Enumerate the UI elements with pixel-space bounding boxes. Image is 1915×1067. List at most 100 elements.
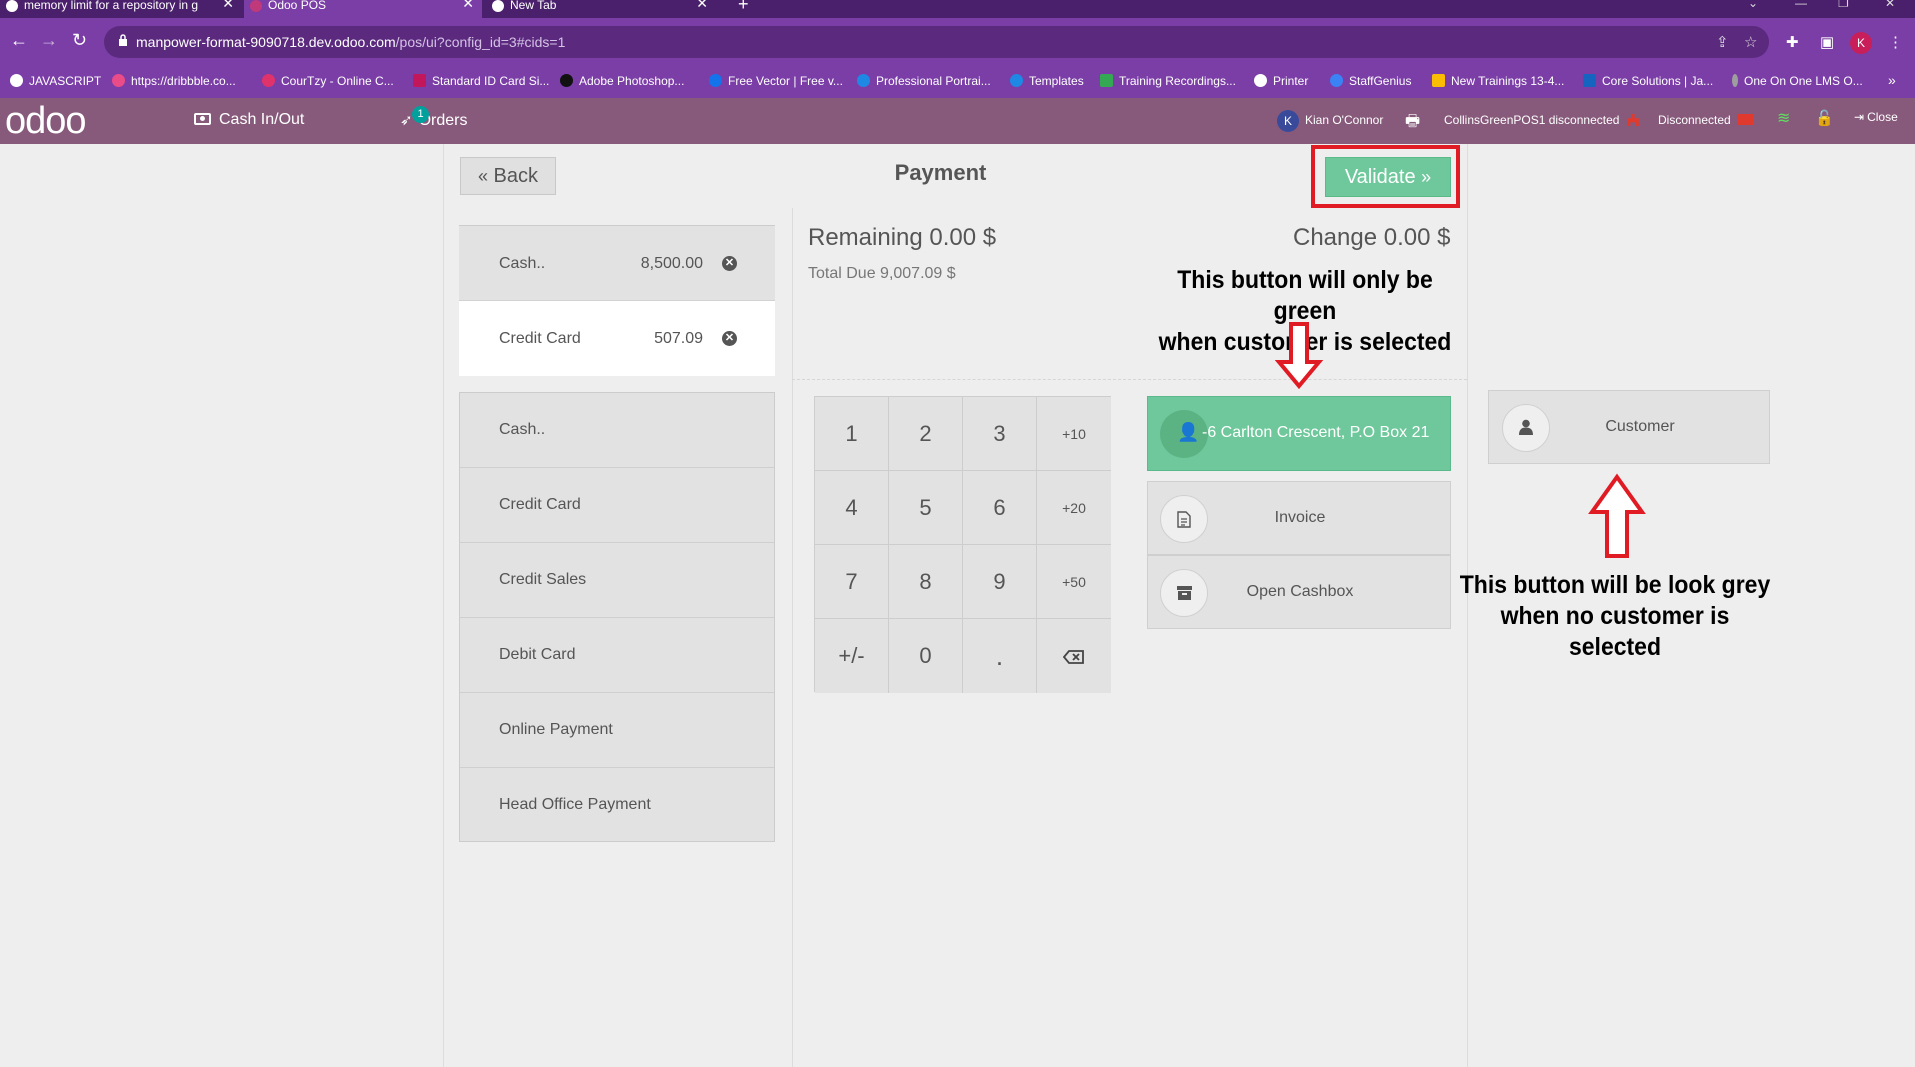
profile-avatar[interactable]: K [1850,32,1872,54]
open-cashbox-label: Open Cashbox [1246,583,1354,600]
down-arrow-annotation [1274,322,1324,390]
numpad-key-2[interactable]: 2 [889,397,963,471]
bookmark[interactable]: JAVASCRIPT [10,74,101,88]
numpad-key-8[interactable]: 8 [889,545,963,619]
annotation-text: This button will only be green [1177,266,1433,325]
menu-icon[interactable]: ⋮ [1888,33,1903,51]
avatar: K [1277,110,1299,132]
payment-line-selected[interactable]: Cash.. 8,500.00 ✕ [459,226,775,301]
c-letter-icon [857,74,870,87]
bookmark[interactable]: Templates [1010,74,1084,88]
g-letter-icon [560,74,573,87]
section-divider [792,379,1467,380]
bookmark[interactable]: https://dribbble.co... [112,74,236,88]
payment-method-credit-sales[interactable]: Credit Sales [460,543,774,618]
back-arrow-icon[interactable]: ← [10,30,28,50]
numpad-key-3[interactable]: 3 [963,397,1037,471]
numpad-key-plus20[interactable]: +20 [1037,471,1111,545]
bookmark[interactable]: Core Solutions | Ja... [1583,74,1713,88]
bookmark[interactable]: Standard ID Card Si... [413,74,549,88]
set-customer-button-selected[interactable]: 👤 -6 Carlton Crescent, P.O Box 21 [1147,396,1451,471]
numpad-key-1[interactable]: 1 [815,397,889,471]
bookmark[interactable]: CourTzy - Online C... [262,74,394,88]
bookmark-label: Standard ID Card Si... [432,74,550,88]
payment-method-debit-card[interactable]: Debit Card [460,618,774,693]
numpad-key-sign[interactable]: +/- [815,619,889,693]
core-solutions-icon [1583,74,1596,87]
cashier-button[interactable]: K Kian O'Connor [1277,110,1383,132]
chrome-icon [492,0,504,12]
numpad-key-4[interactable]: 4 [815,471,889,545]
forward-arrow-icon[interactable]: → [40,30,58,50]
cash-in-out-button[interactable]: Cash In/Out [194,111,304,129]
payment-method-head-office[interactable]: Head Office Payment [460,768,774,841]
star-icon[interactable]: ☆ [1744,33,1757,51]
numpad-key-decimal[interactable]: . [963,619,1037,693]
numpad-key-backspace[interactable] [1037,619,1111,693]
bookmark[interactable]: Free Vector | Free v... [709,74,843,88]
numpad-key-6[interactable]: 6 [963,471,1037,545]
numpad-key-plus50[interactable]: +50 [1037,545,1111,619]
tab-title: memory limit for a repository in g [24,0,199,12]
close-icon[interactable]: ✕ [696,0,708,10]
payment-method-cash[interactable]: Cash.. [460,393,774,468]
numpad: 1 2 3 +10 4 5 6 +20 7 8 9 +50 +/- 0 . [814,396,1111,693]
numpad-key-5[interactable]: 5 [889,471,963,545]
close-pos-button[interactable]: ⇥ Close [1854,110,1898,124]
bookmark[interactable]: Professional Portrai... [857,74,991,88]
close-icon[interactable]: ✕ [222,0,234,10]
back-button[interactable]: « Back [460,157,556,195]
user-icon: 👤 [1177,422,1200,442]
bookmark[interactable]: One On One LMS O... [1732,74,1863,88]
lock-icon [119,34,127,46]
minimize-button[interactable]: — [1795,0,1807,10]
bookmark-label: Training Recordings... [1119,74,1236,88]
odoo-logo: odoo [5,100,87,142]
browser-tab-active[interactable]: Odoo POS ✕ [244,0,482,18]
tab-search-icon[interactable]: ⌄ [1748,0,1758,10]
payment-method-online-payment[interactable]: Online Payment [460,693,774,768]
url-host: manpower-format-9090718.dev.odoo.com [136,34,396,50]
delete-line-icon[interactable]: ✕ [722,331,737,346]
address-bar[interactable]: manpower-format-9090718.dev.odoo.com/pos… [104,26,1769,58]
printer-icon[interactable]: 🖶 [1405,110,1420,137]
new-tab-button[interactable]: + [738,0,749,15]
browser-tab[interactable]: memory limit for a repository in g ✕ [0,0,242,18]
more-bookmarks-icon[interactable]: » [1888,72,1896,88]
bookmark[interactable]: StaffGenius [1330,74,1411,88]
numpad-key-7[interactable]: 7 [815,545,889,619]
set-customer-button-unselected[interactable]: Customer [1488,390,1770,464]
payment-method-label: Head Office Payment [499,796,651,813]
bookmark[interactable]: New Trainings 13-4... [1432,74,1564,88]
unlock-icon[interactable]: 🔓 [1815,109,1834,127]
numpad-key-0[interactable]: 0 [889,619,963,693]
close-window-button[interactable]: ✕ [1885,0,1895,10]
reload-icon[interactable]: ↻ [72,30,87,50]
delete-line-icon[interactable]: ✕ [722,256,737,271]
orders-button[interactable]: ➶ Orders [400,111,467,130]
google-icon [6,0,18,12]
maximize-button[interactable]: ❐ [1838,0,1849,10]
side-panel-icon[interactable]: ▣ [1820,33,1834,51]
cashier-name: Kian O'Connor [1305,113,1384,128]
payment-line[interactable]: Credit Card 507.09 ✕ [459,301,775,376]
payment-method-label: Credit Card [499,496,581,513]
close-icon[interactable]: ✕ [462,0,474,10]
invoice-button[interactable]: Invoice [1147,481,1451,555]
numpad-key-9[interactable]: 9 [963,545,1037,619]
bookmark-label: One On One LMS O... [1744,74,1863,88]
share-icon[interactable]: ⇪ [1716,33,1729,51]
numpad-key-plus10[interactable]: +10 [1037,397,1111,471]
globe-icon [1254,74,1267,87]
connection-status[interactable]: Disconnected [1658,113,1754,127]
bookmark[interactable]: Printer [1254,74,1308,88]
browser-tab[interactable]: New Tab ✕ [486,0,716,18]
bookmark[interactable]: Adobe Photoshop... [560,74,684,88]
extensions-icon[interactable]: ✚ [1786,33,1799,51]
payment-method-label: Credit Sales [499,571,587,588]
payment-method-credit-card[interactable]: Credit Card [460,468,774,543]
connection-status-label: Disconnected [1658,113,1731,127]
open-cashbox-button[interactable]: Open Cashbox [1147,555,1451,629]
proxy-status[interactable]: CollinsGreenPOS1 disconnected [1444,113,1639,127]
bookmark[interactable]: Training Recordings... [1100,74,1236,88]
